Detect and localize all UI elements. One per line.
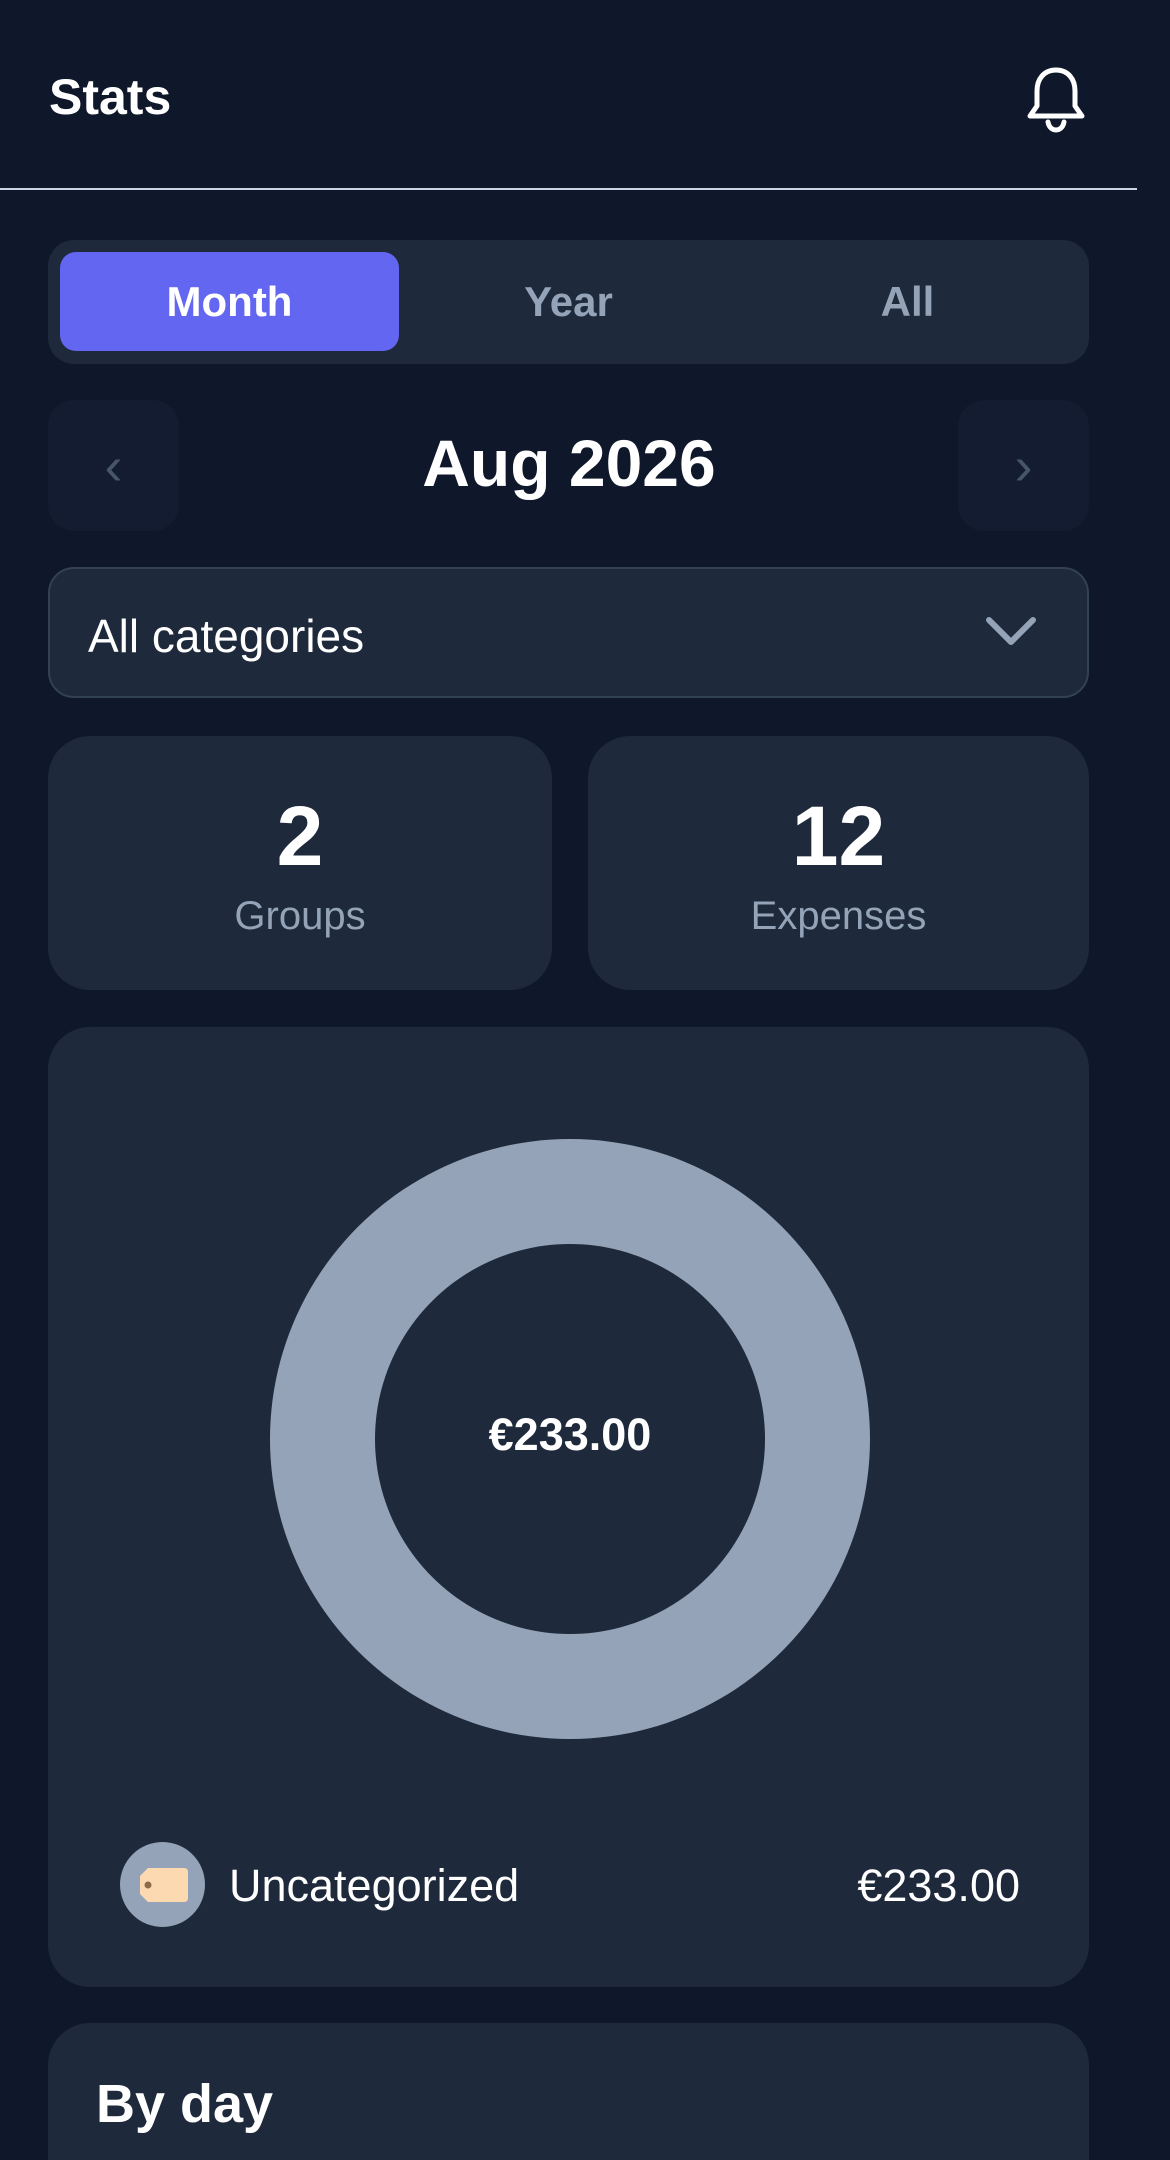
by-day-card: By day bbox=[48, 2023, 1089, 2160]
period-tabs: Month Year All bbox=[48, 240, 1089, 364]
bell-icon[interactable] bbox=[1024, 64, 1088, 134]
tag-icon bbox=[140, 1868, 188, 1902]
legend-label: Uncategorized bbox=[229, 1860, 520, 1911]
tab-month[interactable]: Month bbox=[60, 252, 399, 351]
groups-label: Groups bbox=[234, 894, 366, 938]
groups-stat-card: 2 Groups bbox=[48, 736, 552, 990]
chevron-right-icon: › bbox=[1014, 435, 1033, 496]
category-select-value: All categories bbox=[88, 610, 365, 662]
tab-year[interactable]: Year bbox=[399, 252, 738, 351]
expenses-count: 12 bbox=[791, 789, 886, 883]
previous-period-button[interactable]: ‹ bbox=[48, 400, 179, 531]
category-avatar bbox=[120, 1842, 205, 1927]
next-period-button[interactable]: › bbox=[958, 400, 1089, 531]
tab-all[interactable]: All bbox=[738, 252, 1077, 351]
legend-amount: €233.00 bbox=[857, 1860, 1020, 1911]
legend-item[interactable]: Uncategorized €233.00 bbox=[120, 1842, 1020, 1927]
header: Stats bbox=[0, 0, 1137, 190]
expenses-stat-card: 12 Expenses bbox=[588, 736, 1089, 990]
chevron-left-icon: ‹ bbox=[104, 435, 123, 496]
page-title: Stats bbox=[49, 69, 172, 125]
period-label: Aug 2026 bbox=[422, 426, 716, 500]
category-breakdown-card: €233.00 Uncategorized €233.00 bbox=[48, 1027, 1089, 1987]
expenses-label: Expenses bbox=[750, 894, 927, 938]
groups-count: 2 bbox=[276, 789, 324, 883]
by-day-title: By day bbox=[96, 2074, 274, 2134]
stats-screen: Stats Month Year All ‹ Aug 2026 › All ca… bbox=[0, 0, 1170, 2160]
donut-center-total: €233.00 bbox=[488, 1409, 652, 1460]
category-select[interactable]: All categories bbox=[48, 567, 1089, 698]
chevron-down-icon bbox=[986, 617, 1036, 645]
